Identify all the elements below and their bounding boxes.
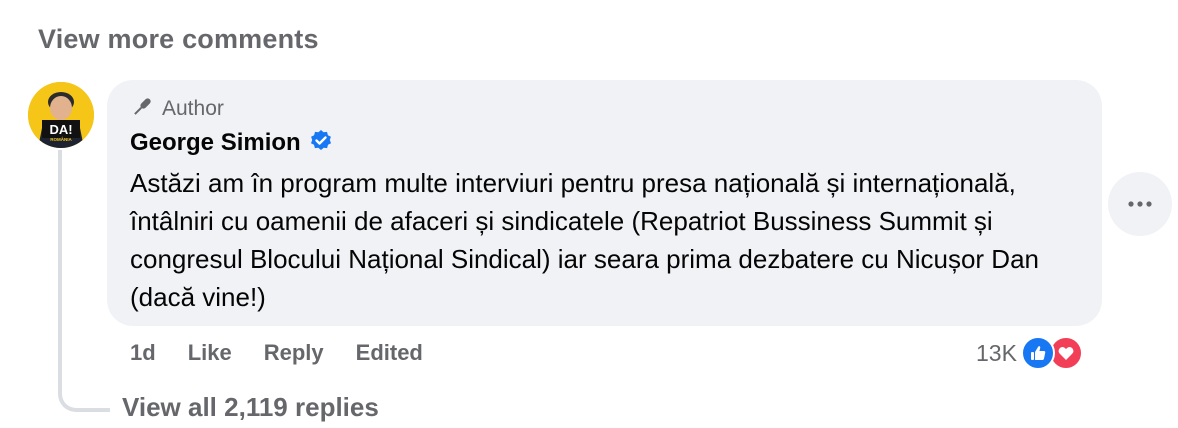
reply-button[interactable]: Reply: [264, 340, 324, 366]
verified-badge-icon: [309, 129, 333, 158]
edited-label[interactable]: Edited: [356, 340, 423, 366]
avatar-subtext: ROMÂNIA: [50, 136, 72, 142]
timestamp-link[interactable]: 1d: [130, 340, 156, 366]
reactions-summary[interactable]: 13K: [976, 336, 1083, 370]
thread-line: [58, 150, 78, 412]
reply-connector: [76, 408, 110, 412]
view-all-replies-link[interactable]: View all 2,119 replies: [122, 392, 379, 423]
more-options-button[interactable]: [1108, 172, 1172, 236]
reaction-count: 13K: [976, 339, 1017, 366]
avatar[interactable]: DA! ROMÂNIA: [28, 82, 94, 148]
ellipsis-icon: [1128, 201, 1152, 207]
like-button[interactable]: Like: [188, 340, 232, 366]
comment-text: Astăzi am în program multe interviuri pe…: [130, 168, 1039, 312]
author-name[interactable]: George Simion: [130, 129, 301, 157]
author-badge-label: Author: [162, 97, 224, 120]
author-badge: Author: [130, 96, 224, 122]
comment-actions: 1d Like Reply Edited: [130, 338, 455, 368]
microphone-icon: [130, 95, 154, 124]
avatar-text: DA!: [49, 122, 72, 137]
view-more-comments-link[interactable]: View more comments: [38, 24, 319, 55]
like-reaction-icon: [1020, 336, 1055, 370]
